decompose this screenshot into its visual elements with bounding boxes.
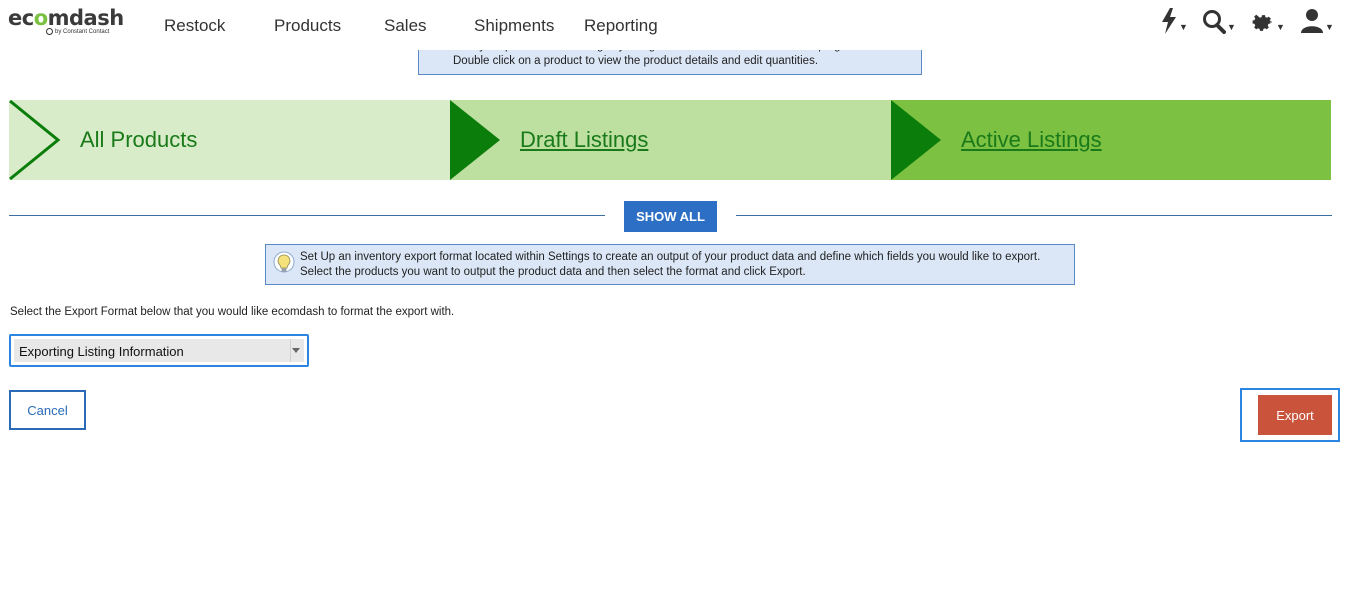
nav-products[interactable]: Products: [274, 16, 341, 36]
step-active-listings[interactable]: Active Listings: [891, 100, 1331, 180]
step-arrow-icon: [891, 100, 941, 180]
top-navbar: ecomdash by Constant Contact Restock Pro…: [0, 0, 1345, 50]
divider-right: [736, 215, 1332, 216]
export-format-select-wrapper: Exporting Listing Information: [9, 334, 309, 367]
step-label-all-products: All Products: [80, 127, 198, 152]
listing-steps: All Products Draft Listings Active Listi…: [9, 100, 1331, 180]
export-format-selected: Exporting Listing Information: [19, 344, 184, 359]
user-menu[interactable]: ▼: [1300, 8, 1334, 34]
search-menu[interactable]: ▼: [1202, 8, 1236, 34]
chevron-down-icon: ▼: [1179, 22, 1188, 32]
step-arrow-icon: [450, 100, 500, 180]
step-draft-listings[interactable]: Draft Listings: [450, 100, 891, 180]
nav-restock[interactable]: Restock: [164, 16, 225, 36]
lightbulb-icon: [273, 251, 295, 273]
search-icon: [1203, 10, 1226, 34]
chevron-down-icon: ▼: [1325, 22, 1334, 32]
nav-shipments[interactable]: Shipments: [474, 16, 554, 36]
step-link-active-listings[interactable]: Active Listings: [961, 127, 1102, 153]
export-button[interactable]: Export: [1258, 395, 1332, 435]
info-banner-export: Set Up an inventory export format locate…: [265, 244, 1075, 285]
export-button-focus-ring: Export: [1240, 388, 1340, 442]
step-arrow-outline-icon: [9, 100, 61, 180]
step-all-products[interactable]: All Products: [9, 100, 450, 180]
show-all-button[interactable]: SHOW ALL: [624, 201, 717, 232]
settings-menu[interactable]: ▼: [1251, 8, 1285, 34]
info-top-line2: Double click on a product to view the pr…: [453, 55, 819, 67]
cancel-button[interactable]: Cancel: [9, 390, 86, 430]
info-mid-line2: Select the products you want to output t…: [300, 266, 806, 278]
chevron-down-icon: ▼: [1276, 22, 1285, 32]
constant-contact-icon: [46, 28, 53, 35]
nav-sales[interactable]: Sales: [384, 16, 427, 36]
chevron-down-icon: ▼: [1227, 22, 1236, 32]
user-icon: [1301, 9, 1323, 33]
gear-icon: [1252, 14, 1273, 31]
step-link-draft-listings[interactable]: Draft Listings: [520, 127, 648, 153]
info-mid-line1: Set Up an inventory export format locate…: [300, 251, 1041, 263]
lightning-icon: [1162, 8, 1176, 34]
actions-menu[interactable]: ▼: [1160, 8, 1188, 34]
export-format-select[interactable]: Exporting Listing Information: [14, 339, 304, 362]
dropdown-arrow-icon: [292, 348, 300, 353]
ecomdash-logo[interactable]: ecomdash by Constant Contact: [8, 6, 124, 35]
nav-reporting[interactable]: Reporting: [584, 16, 658, 36]
divider-left: [9, 215, 605, 216]
export-format-instruction: Select the Export Format below that you …: [10, 306, 455, 318]
